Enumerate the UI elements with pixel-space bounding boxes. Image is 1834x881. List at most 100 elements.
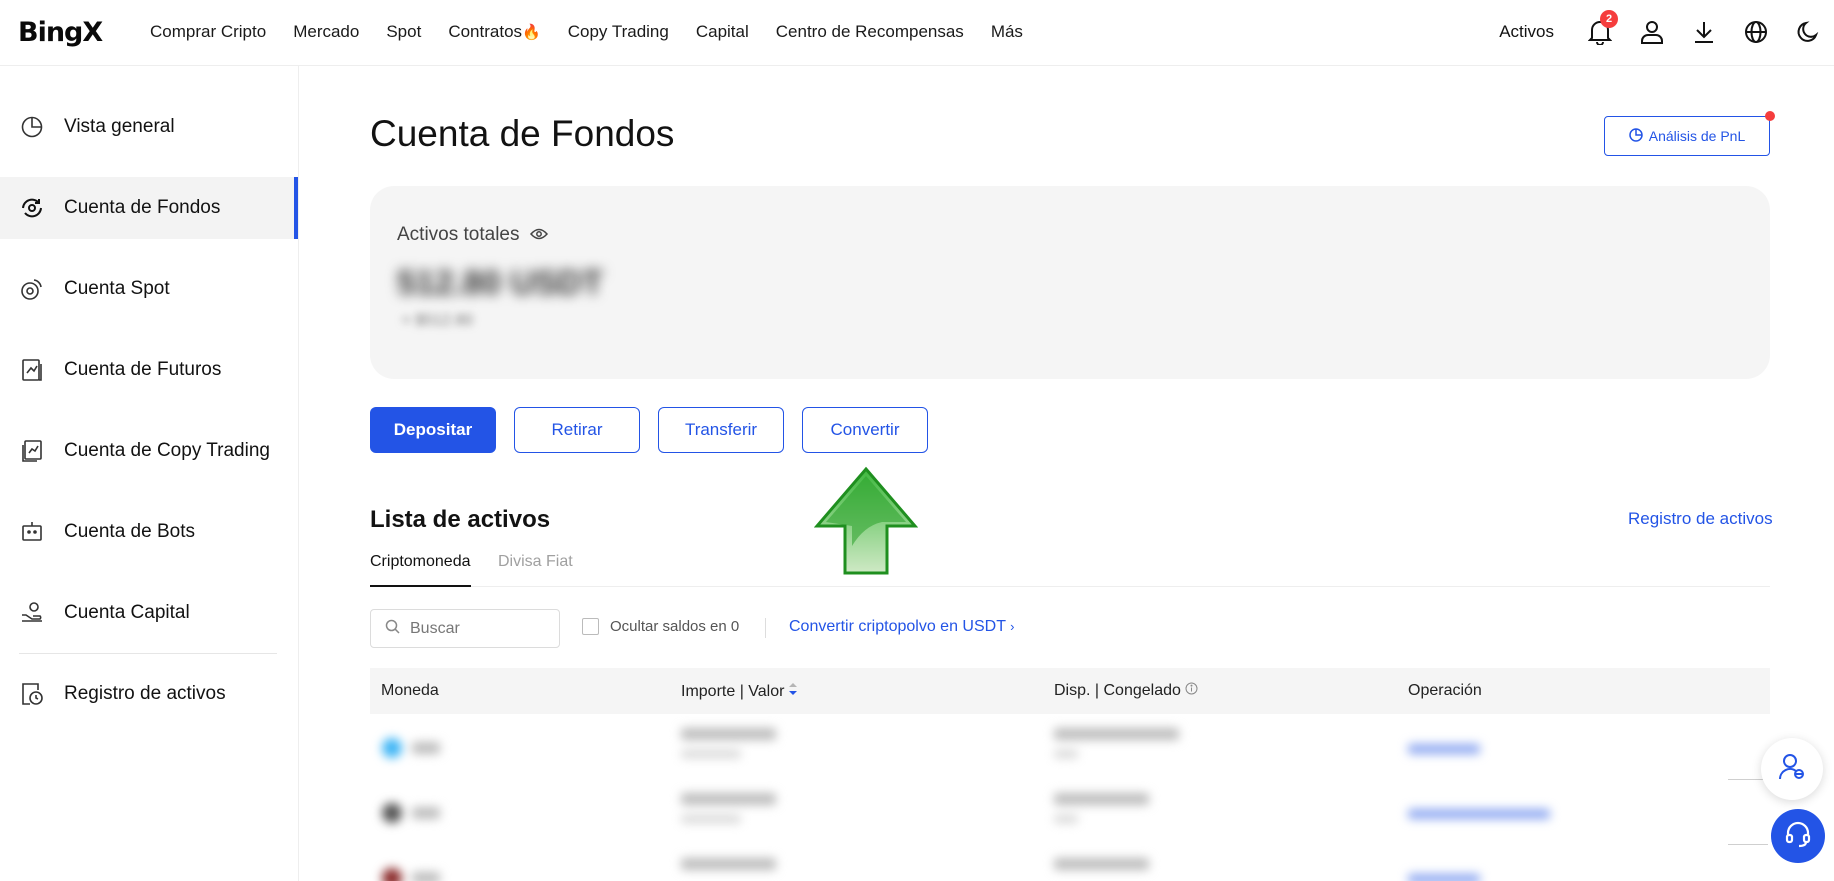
amount-cell: [681, 793, 776, 823]
sidebar-item-cuenta-copy-trading[interactable]: Cuenta de Copy Trading: [0, 420, 298, 482]
asset-record-link[interactable]: Registro de activos: [1628, 509, 1773, 529]
amount-cell: [681, 728, 776, 758]
pnl-analysis-button[interactable]: Análisis de PnL: [1604, 116, 1770, 156]
table-row: [370, 781, 1770, 846]
coin-symbol-blurred: [412, 807, 440, 819]
operation-link-blurred[interactable]: [1408, 809, 1550, 819]
total-assets-label-row: Activos totales: [397, 224, 548, 246]
funds-icon: [19, 195, 45, 221]
hide-zero-balances-toggle[interactable]: Ocultar saldos en 0: [582, 618, 739, 635]
sidebar: Vista general Cuenta de Fondos Cuenta Sp…: [0, 66, 299, 881]
coin-cell: [382, 803, 440, 823]
total-assets-fiat-value: ≈ $512.80: [402, 312, 474, 329]
value-blurred: [681, 750, 741, 758]
nav-link-mercado[interactable]: Mercado: [293, 22, 359, 42]
user-icon[interactable]: [1626, 0, 1678, 64]
sidebar-item-vista-general[interactable]: Vista general: [0, 96, 298, 158]
search-box: [370, 609, 560, 648]
nav-link-comprar-cripto[interactable]: Comprar Cripto: [150, 22, 266, 42]
asset-list-title: Lista de activos: [370, 506, 551, 533]
total-assets-label: Activos totales: [397, 224, 520, 245]
sidebar-item-cuenta-spot[interactable]: Cuenta Spot: [0, 258, 298, 320]
nav-right: Activos 2: [1499, 0, 1834, 64]
sidebar-item-registro-activos[interactable]: Registro de activos: [0, 663, 298, 725]
operation-cell[interactable]: [1408, 874, 1480, 881]
column-header-importe-valor[interactable]: Importe | Valor: [681, 682, 798, 701]
nav-links: Comprar Cripto Mercado Spot Contratos🔥 C…: [150, 0, 1023, 64]
agent-icon: [1777, 752, 1807, 787]
coin-symbol-blurred: [412, 872, 440, 881]
bot-icon: [19, 519, 45, 545]
nav-link-capital[interactable]: Capital: [696, 22, 749, 42]
tab-criptomoneda[interactable]: Criptomoneda: [370, 553, 471, 587]
sidebar-item-cuenta-bots[interactable]: Cuenta de Bots: [0, 501, 298, 563]
column-header-label: Importe | Valor: [681, 682, 785, 700]
table-row: [370, 846, 1770, 881]
amount-blurred: [681, 728, 776, 740]
table-row: [370, 716, 1770, 781]
operation-link-blurred[interactable]: [1408, 874, 1480, 881]
column-header-label: Disp. | Congelado: [1054, 682, 1181, 699]
column-header-moneda: Moneda: [381, 682, 439, 699]
sidebar-item-cuenta-fondos[interactable]: Cuenta de Fondos: [0, 177, 298, 239]
dark-mode-moon-icon[interactable]: [1782, 0, 1834, 64]
sidebar-item-label: Cuenta de Copy Trading: [64, 440, 270, 461]
pnl-notification-dot: [1765, 111, 1775, 121]
convert-dust-label: Convertir criptopolvo en USDT: [789, 618, 1006, 635]
bingx-logo[interactable]: BingX: [18, 17, 103, 48]
operation-link-blurred[interactable]: [1408, 744, 1480, 754]
sidebar-item-label: Cuenta Spot: [64, 278, 170, 299]
coin-logo: [382, 868, 402, 881]
info-icon[interactable]: [1185, 682, 1198, 700]
pie-chart-icon: [1628, 127, 1643, 145]
asset-tabs: Criptomoneda Divisa Fiat: [370, 553, 1770, 587]
nav-link-mas[interactable]: Más: [991, 22, 1023, 42]
sidebar-item-label: Cuenta de Futuros: [64, 359, 222, 380]
fire-icon: 🔥: [522, 24, 541, 41]
amount-blurred: [681, 858, 776, 870]
sidebar-divider: [19, 653, 277, 654]
sidebar-item-cuenta-capital[interactable]: Cuenta Capital: [0, 582, 298, 644]
chevron-right-icon: ›: [1010, 619, 1015, 634]
column-header-disp-congelado: Disp. | Congelado: [1054, 682, 1198, 700]
sort-icon[interactable]: [788, 682, 798, 701]
nav-link-contratos-label: Contratos: [448, 22, 523, 41]
notification-bell-icon[interactable]: 2: [1574, 0, 1626, 64]
available-blurred: [1054, 858, 1149, 870]
pnl-button-label: Análisis de PnL: [1648, 128, 1746, 144]
nav-link-contratos[interactable]: Contratos🔥: [448, 22, 540, 42]
available-blurred: [1054, 793, 1149, 805]
customer-service-button[interactable]: [1771, 809, 1825, 863]
globe-icon[interactable]: [1730, 0, 1782, 64]
coin-cell: [382, 868, 440, 881]
available-blurred: [1054, 728, 1179, 740]
convert-button[interactable]: Convertir: [802, 407, 928, 453]
download-icon[interactable]: [1678, 0, 1730, 64]
available-cell: [1054, 858, 1149, 870]
total-assets-card: Activos totales 512.80 USDT ≈ $512.80: [370, 186, 1770, 379]
nav-link-copy-trading[interactable]: Copy Trading: [568, 22, 669, 42]
coin-logo: [382, 738, 402, 758]
support-agent-button[interactable]: [1761, 738, 1823, 800]
capital-icon: [19, 600, 45, 626]
copy-trading-icon: [19, 438, 45, 464]
hide-zero-checkbox[interactable]: [582, 618, 599, 635]
tab-divisa-fiat[interactable]: Divisa Fiat: [498, 553, 573, 587]
transfer-button[interactable]: Transferir: [658, 407, 784, 453]
total-assets-value: 512.80 USDT: [397, 264, 603, 302]
eye-icon[interactable]: [529, 224, 548, 246]
page-title: Cuenta de Fondos: [370, 113, 675, 154]
frozen-blurred: [1054, 750, 1078, 758]
value-blurred: [681, 815, 741, 823]
convert-dust-link[interactable]: Convertir criptopolvo en USDT ›: [789, 618, 1014, 636]
deposit-button[interactable]: Depositar: [370, 407, 496, 453]
withdraw-button[interactable]: Retirar: [514, 407, 640, 453]
sidebar-item-cuenta-futuros[interactable]: Cuenta de Futuros: [0, 339, 298, 401]
operation-cell[interactable]: [1408, 744, 1480, 754]
hide-zero-label: Ocultar saldos en 0: [610, 618, 740, 635]
nav-activos-link[interactable]: Activos: [1499, 22, 1554, 42]
nav-link-centro-recompensas[interactable]: Centro de Recompensas: [776, 22, 964, 42]
operation-cell[interactable]: [1408, 809, 1550, 819]
search-input[interactable]: [410, 619, 540, 638]
nav-link-spot[interactable]: Spot: [386, 22, 421, 42]
